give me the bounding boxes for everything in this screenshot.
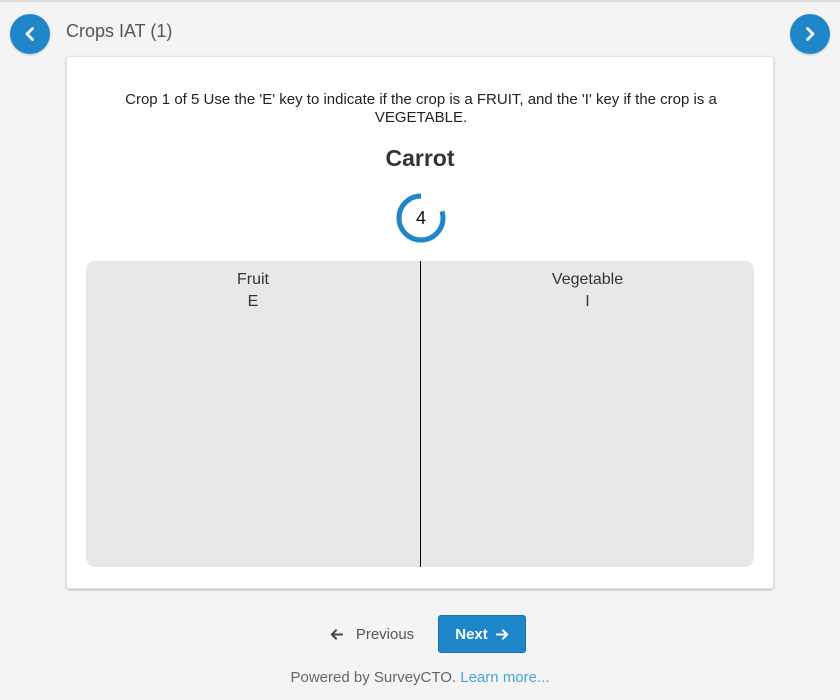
top-border <box>0 0 840 2</box>
choice-panel-fruit[interactable]: Fruit E <box>86 261 420 567</box>
arrow-left-icon <box>330 628 343 640</box>
back-button[interactable] <box>10 14 50 54</box>
footer: Powered by SurveyCTO. Learn more... <box>0 669 840 686</box>
form-title: Crops IAT (1) <box>66 21 173 41</box>
choice-panel-vegetable[interactable]: Vegetable I <box>421 261 754 567</box>
chevron-left-icon <box>25 27 34 41</box>
previous-label: Previous <box>355 625 415 643</box>
learn-more-link[interactable]: Learn more... <box>460 669 549 686</box>
question-card: Crop 1 of 5 Use the 'E' key to indicate … <box>66 56 774 589</box>
next-button[interactable]: Next <box>438 615 526 653</box>
choice-label: Fruit <box>237 271 269 288</box>
previous-button[interactable]: Previous <box>318 616 426 652</box>
chevron-right-icon <box>806 27 815 41</box>
countdown-timer: 4 <box>394 191 448 245</box>
question-instruction: Crop 1 of 5 Use the 'E' key to indicate … <box>125 91 717 126</box>
next-label: Next <box>455 625 488 643</box>
choice-label: Vegetable <box>551 271 624 288</box>
timer-value: 4 <box>415 207 426 228</box>
choice-key: E <box>247 293 259 310</box>
choice-key: I <box>585 293 590 310</box>
choice-panels: Fruit E Vegetable I <box>86 261 754 567</box>
forward-button[interactable] <box>790 14 830 54</box>
footer-text: Powered by SurveyCTO. <box>290 669 457 686</box>
arrow-right-icon <box>495 628 508 640</box>
stimulus-word: Carrot <box>385 145 455 171</box>
